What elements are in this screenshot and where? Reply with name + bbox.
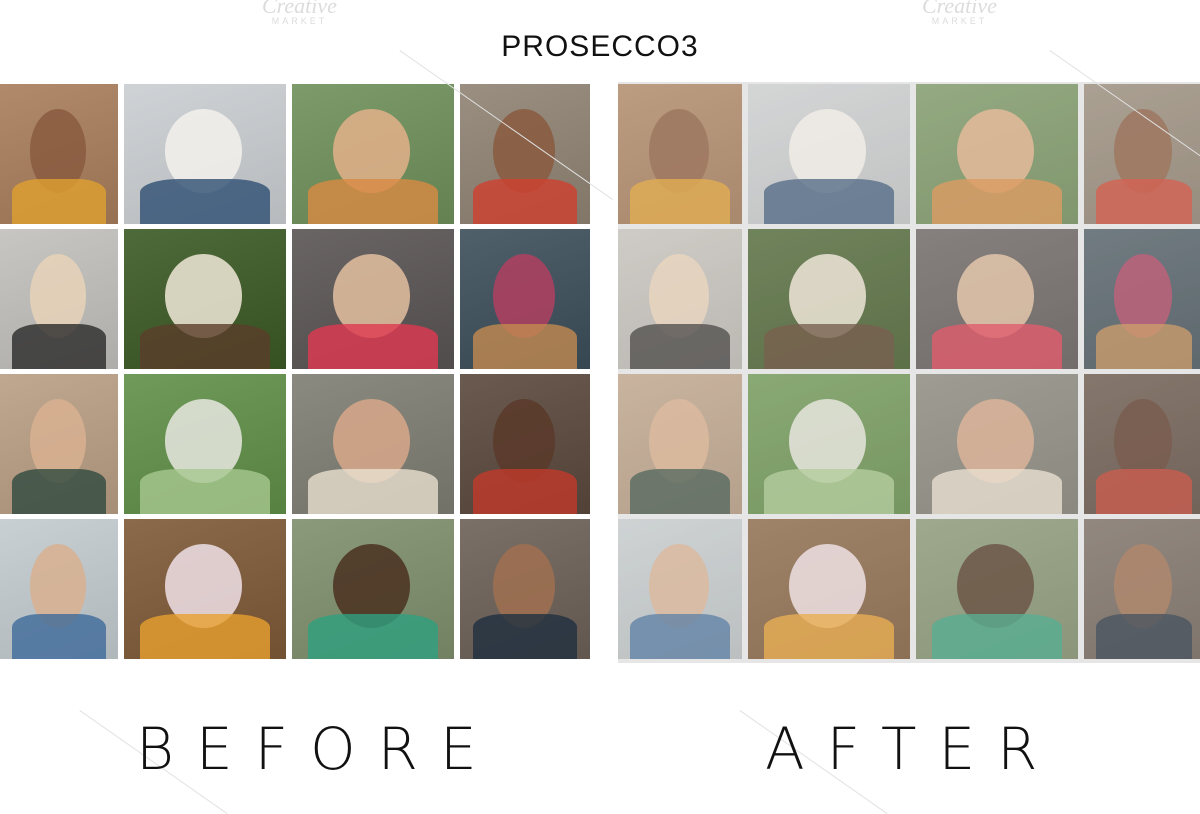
after-label: AFTER xyxy=(765,715,1060,783)
photo-banana-plants xyxy=(124,374,286,514)
accent-shape xyxy=(473,614,577,659)
photo-smoothie-bowl xyxy=(748,519,910,659)
photo-woman-reading-lounge xyxy=(0,229,118,369)
photo-man-curly-hair-park xyxy=(916,519,1078,659)
accent-shape xyxy=(630,324,730,369)
accent-shape xyxy=(473,179,577,224)
photo-man-striped-shirt-fence xyxy=(1084,519,1200,659)
photo-aloe-leaves-redhead xyxy=(292,84,454,224)
watermark-sub: MARKET xyxy=(931,16,988,26)
accent-shape xyxy=(630,179,730,224)
before-label: BEFORE xyxy=(136,715,499,783)
accent-shape xyxy=(764,179,894,224)
photo-hands-rambutan xyxy=(460,374,590,514)
accent-shape xyxy=(1096,179,1192,224)
accent-shape xyxy=(11,179,107,224)
photo-banana-plants xyxy=(748,374,910,514)
accent-shape xyxy=(140,179,270,224)
photo-woman-striped-sweater xyxy=(916,229,1078,369)
accent-shape xyxy=(308,179,438,224)
accent-shape xyxy=(764,324,894,369)
accent-shape xyxy=(932,469,1062,514)
accent-shape xyxy=(11,469,107,514)
accent-shape xyxy=(1096,614,1192,659)
accent-shape xyxy=(308,324,438,369)
accent-shape xyxy=(140,469,270,514)
watermark-sub: MARKET xyxy=(271,16,328,26)
accent-shape xyxy=(630,614,730,659)
accent-shape xyxy=(1096,324,1192,369)
photo-two-women-beach xyxy=(0,519,118,659)
accent-shape xyxy=(473,469,577,514)
accent-shape xyxy=(764,469,894,514)
photo-clothes-rack-hat xyxy=(124,84,286,224)
photo-massage-signs xyxy=(124,229,286,369)
photo-man-curly-hair-park xyxy=(292,519,454,659)
photo-massage-signs xyxy=(748,229,910,369)
watermark-top-right: Creative MARKET xyxy=(922,0,997,26)
preset-title: PROSECCO3 xyxy=(501,30,699,63)
photo-woman-striped-sweater xyxy=(292,229,454,369)
photo-food-bowls xyxy=(460,229,590,369)
accent-shape xyxy=(473,324,577,369)
photo-clothes-rack-hat xyxy=(748,84,910,224)
before-photo-grid xyxy=(0,84,590,659)
watermark-top-left: Creative MARKET xyxy=(262,0,337,26)
accent-shape xyxy=(140,614,270,659)
photo-food-bowls xyxy=(1084,229,1200,369)
accent-shape xyxy=(630,469,730,514)
photo-woman-pineapple-bikini xyxy=(1084,84,1200,224)
photo-woman-green-dress xyxy=(0,374,118,514)
photo-hands-rambutan xyxy=(1084,374,1200,514)
photo-smoothie-bowl xyxy=(124,519,286,659)
accent-shape xyxy=(764,614,894,659)
accent-shape xyxy=(308,469,438,514)
photo-woman-crochet-top xyxy=(916,374,1078,514)
photo-woman-green-dress xyxy=(618,374,742,514)
accent-shape xyxy=(932,179,1062,224)
accent-shape xyxy=(11,614,107,659)
photo-man-striped-shirt-fence xyxy=(460,519,590,659)
photo-woman-afro-striped-top xyxy=(618,84,742,224)
accent-shape xyxy=(11,324,107,369)
photo-woman-reading-lounge xyxy=(618,229,742,369)
photo-aloe-leaves-redhead xyxy=(916,84,1078,224)
accent-shape xyxy=(1096,469,1192,514)
after-photo-grid xyxy=(618,82,1200,663)
accent-shape xyxy=(932,614,1062,659)
photo-two-women-beach xyxy=(618,519,742,659)
photo-woman-afro-striped-top xyxy=(0,84,118,224)
photo-woman-crochet-top xyxy=(292,374,454,514)
accent-shape xyxy=(140,324,270,369)
accent-shape xyxy=(932,324,1062,369)
accent-shape xyxy=(308,614,438,659)
